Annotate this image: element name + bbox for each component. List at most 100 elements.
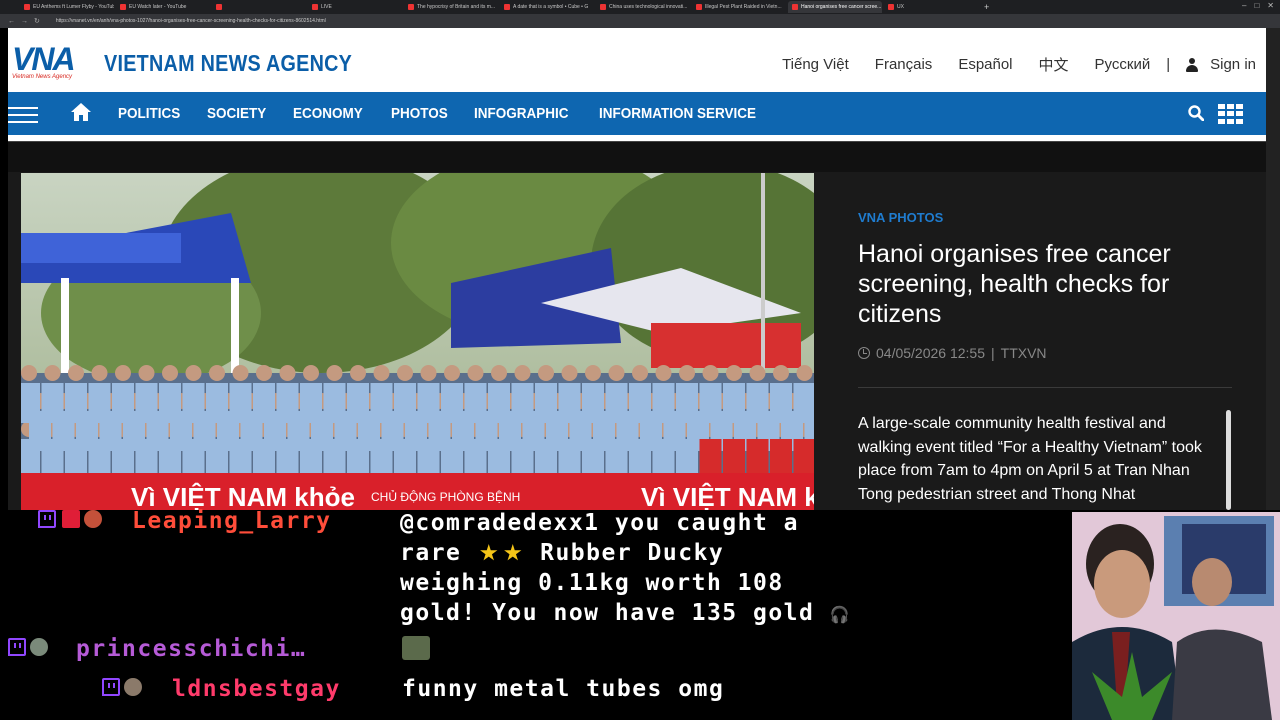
photo-person-head (397, 365, 413, 381)
tab-label: Illegal Pest Plant Raided in Vietn... (705, 4, 782, 10)
minimize-icon[interactable]: – (1242, 1, 1246, 10)
article-photo[interactable]: Vì VIỆT NAM khỏe CHỦ ĐỘNG PHÒNG BỆNH Vì … (21, 173, 814, 510)
tab-label: Hanoi organises free cancer scree... (801, 4, 882, 10)
search-icon[interactable] (1188, 105, 1204, 121)
summary-scrollbar[interactable] (1226, 410, 1231, 510)
nav-information-service[interactable]: INFORMATION SERVICE (599, 105, 756, 122)
vna-logo[interactable]: VNA Vietnam News Agency (12, 41, 90, 82)
nav-infographic[interactable]: INFOGRAPHIC (474, 105, 569, 122)
url-field[interactable]: https://vnanet.vn/en/anh/vna-photos-1027… (56, 18, 326, 24)
photo-person-head (185, 365, 202, 381)
ad-band (8, 141, 1266, 172)
browser-tab[interactable] (212, 1, 306, 13)
browser-tab[interactable]: The hypocrisy of Britain and its m... (404, 1, 498, 13)
photo-person-head (679, 365, 695, 381)
logo-mark: VNA (12, 41, 76, 77)
photo-person-head (773, 365, 789, 381)
language-menu: Tiếng Việt Français Español 中文 Русский |… (782, 54, 1256, 75)
tab-favicon-icon (792, 4, 798, 10)
emote-image-icon (402, 636, 430, 660)
maximize-icon[interactable]: □ (1254, 1, 1259, 10)
photo-person-head (538, 365, 554, 381)
hamburger-menu-icon[interactable] (8, 107, 38, 123)
new-tab-icon[interactable]: + (984, 2, 989, 12)
chat-message-3: funny metal tubes omg (402, 676, 725, 702)
banner-text-right: Vì VIỆT NAM khỏe (641, 482, 814, 510)
main-nav: POLITICS SOCIETY ECONOMY PHOTOS INFOGRAP… (8, 92, 1266, 138)
browser-tab[interactable]: EU Anthems ft Lumer Flyby - YouTube (20, 1, 114, 13)
reload-icon[interactable]: ↻ (34, 17, 40, 25)
article-category[interactable]: VNA PHOTOS (858, 210, 943, 225)
home-icon[interactable] (70, 101, 92, 123)
close-icon[interactable]: ✕ (1267, 1, 1274, 10)
photo-person-head (749, 365, 766, 381)
chat-message-1-line-3: weighing 0.11kg worth 108 (400, 570, 784, 596)
logo-subtitle: Vietnam News Agency (12, 74, 73, 80)
tab-favicon-icon (696, 4, 702, 10)
photo-person-head (68, 365, 84, 381)
lang-french[interactable]: Français (875, 56, 933, 73)
photo-person-head (91, 365, 108, 381)
browser-tab[interactable]: A date that is a symbol • Cube • G (500, 1, 594, 13)
photo-person-head (467, 365, 484, 381)
tab-favicon-icon (408, 4, 414, 10)
photo-person-head (209, 365, 225, 381)
sign-in-link[interactable]: Sign in (1210, 56, 1256, 73)
photo-person-head (608, 365, 625, 381)
banner-text-left: Vì VIỆT NAM khỏe (131, 482, 355, 510)
tab-favicon-icon (888, 4, 894, 10)
window-controls: – □ ✕ (1242, 1, 1274, 10)
photo-person-head (138, 365, 155, 381)
article-headline[interactable]: Hanoi organises free cancer screening, h… (858, 239, 1218, 329)
lang-spanish[interactable]: Español (958, 56, 1012, 73)
headphones-icon: 🎧 (829, 605, 852, 624)
divider (858, 387, 1232, 388)
tab-favicon-icon (312, 4, 318, 10)
meta-separator: | (991, 345, 995, 361)
photo-person-head (279, 365, 296, 381)
forward-icon[interactable]: → (21, 18, 28, 25)
user-badge-icon (30, 638, 48, 656)
chat-username-2: princesschichi… (76, 636, 307, 662)
photo-person-head (326, 365, 343, 381)
stream-chat-overlay: Leaping_Larry @comradedexx1 you caught a… (0, 508, 1072, 720)
browser-tab[interactable]: UX (884, 1, 978, 13)
apps-grid-icon[interactable] (1218, 104, 1244, 124)
photo-person-head (256, 365, 272, 381)
twitch-icon (38, 510, 56, 528)
browser-tab[interactable]: Illegal Pest Plant Raided in Vietn... (692, 1, 786, 13)
user-icon[interactable] (1186, 57, 1199, 72)
lang-vietnamese[interactable]: Tiếng Việt (782, 56, 849, 73)
browser-tab[interactable]: Hanoi organises free cancer scree... (788, 1, 882, 13)
browser-tab[interactable]: LIVE (308, 1, 402, 13)
featured-article: Vì VIỆT NAM khỏe CHỦ ĐỘNG PHÒNG BỆNH Vì … (8, 172, 1266, 510)
site-header: VNA Vietnam News Agency VIETNAM NEWS AGE… (8, 28, 1266, 92)
page-scrollbar[interactable] (1266, 28, 1280, 510)
back-icon[interactable]: ← (8, 18, 15, 25)
tab-favicon-icon (120, 4, 126, 10)
lang-chinese[interactable]: 中文 (1039, 54, 1069, 75)
photo-person-head (44, 365, 61, 381)
chat-message-1: @comradedexx1 you caught a rare Rubber D… (400, 508, 851, 630)
tab-strip: EU Anthems ft Lumer Flyby - YouTube EU Wa… (20, 1, 978, 13)
article-meta: 04/05/2026 12:55 | TTXVN (858, 345, 1047, 361)
twitch-icon (102, 678, 120, 696)
tab-label: A date that is a symbol • Cube • G (513, 4, 589, 10)
nav-photos[interactable]: PHOTOS (391, 105, 448, 122)
browser-tab[interactable]: China uses technological innovati... (596, 1, 690, 13)
header-separator: | (1166, 56, 1171, 73)
site-title[interactable]: VIETNAM NEWS AGENCY (104, 50, 352, 77)
browser-tab[interactable]: EU Watch later - YouTube (116, 1, 210, 13)
article-info: VNA PHOTOS Hanoi organises free cancer s… (858, 172, 1234, 510)
tab-favicon-icon (600, 4, 606, 10)
lang-russian[interactable]: Русский (1095, 56, 1151, 73)
nav-items: POLITICS SOCIETY ECONOMY PHOTOS INFOGRAP… (118, 92, 767, 135)
nav-society[interactable]: SOCIETY (207, 105, 266, 122)
star-icon (480, 544, 498, 561)
chat-username-3: ldnsbestgay (172, 676, 341, 702)
nav-politics[interactable]: POLITICS (118, 105, 180, 122)
emote-badge-icon (84, 510, 102, 528)
nav-economy[interactable]: ECONOMY (293, 105, 363, 122)
photo-person-head (655, 365, 672, 381)
tab-label: The hypocrisy of Britain and its m... (417, 4, 496, 10)
